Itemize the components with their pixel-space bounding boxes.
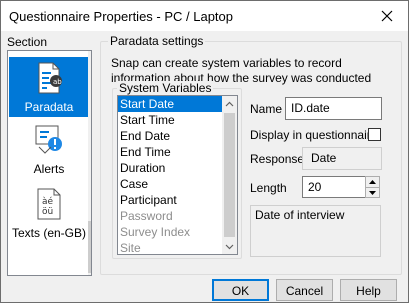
chevron-up-icon[interactable] [222, 96, 237, 111]
display-in-questionnaire-checkbox[interactable] [368, 128, 381, 141]
list-item[interactable]: End Date [118, 128, 237, 144]
response-value: Date [302, 147, 382, 170]
list-scrollbar[interactable] [222, 96, 237, 254]
list-item[interactable]: Duration [118, 160, 237, 176]
cancel-button[interactable]: Cancel [276, 279, 333, 301]
section-list[interactable]: ab Paradata Alerts àé öü Texts (en-GB) [7, 50, 92, 276]
section-item-label: Texts (en-GB) [11, 226, 86, 240]
section-item-label: Alerts [33, 162, 65, 176]
svg-text:öü: öü [42, 207, 53, 217]
list-item[interactable]: Start Time [118, 112, 237, 128]
list-item: Site [120, 241, 141, 255]
help-button[interactable]: Help [340, 279, 397, 301]
length-label: Length [250, 181, 287, 195]
chevron-up-icon[interactable] [366, 177, 379, 187]
close-icon[interactable] [376, 5, 398, 27]
display-in-questionnaire-label: Display in questionnaire [250, 128, 378, 142]
list-item[interactable]: Case [118, 176, 237, 192]
list-item[interactable]: End Time [118, 144, 237, 160]
list-item[interactable]: Start Date [118, 96, 237, 112]
svg-text:àé: àé [42, 196, 54, 207]
section-item-alerts[interactable]: Alerts [9, 121, 89, 181]
ok-button[interactable]: OK [212, 279, 269, 301]
chevron-down-icon[interactable] [366, 187, 379, 197]
title-bar: Questionnaire Properties - PC / Laptop [1, 1, 408, 31]
window-title: Questionnaire Properties - PC / Laptop [9, 9, 234, 24]
svg-text:ab: ab [53, 78, 62, 86]
texts-icon: àé öü [9, 185, 89, 224]
properties-dialog: Questionnaire Properties - PC / Laptop S… [0, 0, 409, 303]
scrollbar-thumb[interactable] [88, 221, 91, 273]
system-variables-list[interactable]: Start Date Start Time End Date End Time … [117, 95, 238, 255]
list-item: Password [120, 209, 173, 223]
scrollbar-thumb[interactable] [224, 113, 235, 237]
section-item-paradata[interactable]: ab Paradata [9, 57, 89, 117]
section-scrollbar[interactable] [88, 51, 91, 275]
description-memo: Date of interview [250, 205, 381, 257]
chevron-down-icon[interactable] [222, 239, 237, 254]
length-stepper[interactable] [365, 176, 380, 198]
system-variables-title: System Variables [117, 81, 214, 95]
paradata-settings-title: Paradata settings [108, 34, 206, 48]
name-field[interactable]: ID.date [285, 97, 382, 120]
section-item-texts[interactable]: àé öü Texts (en-GB) [9, 185, 89, 245]
paradata-icon: ab [9, 57, 89, 98]
alerts-icon [9, 121, 89, 158]
response-label: Response [250, 152, 305, 166]
list-item[interactable]: Participant [118, 192, 237, 208]
section-item-label: Paradata [24, 100, 74, 114]
length-field[interactable]: 20 [302, 176, 366, 198]
list-item: Survey Index [120, 225, 191, 239]
section-label: Section [7, 35, 48, 49]
name-label: Name [250, 102, 283, 116]
